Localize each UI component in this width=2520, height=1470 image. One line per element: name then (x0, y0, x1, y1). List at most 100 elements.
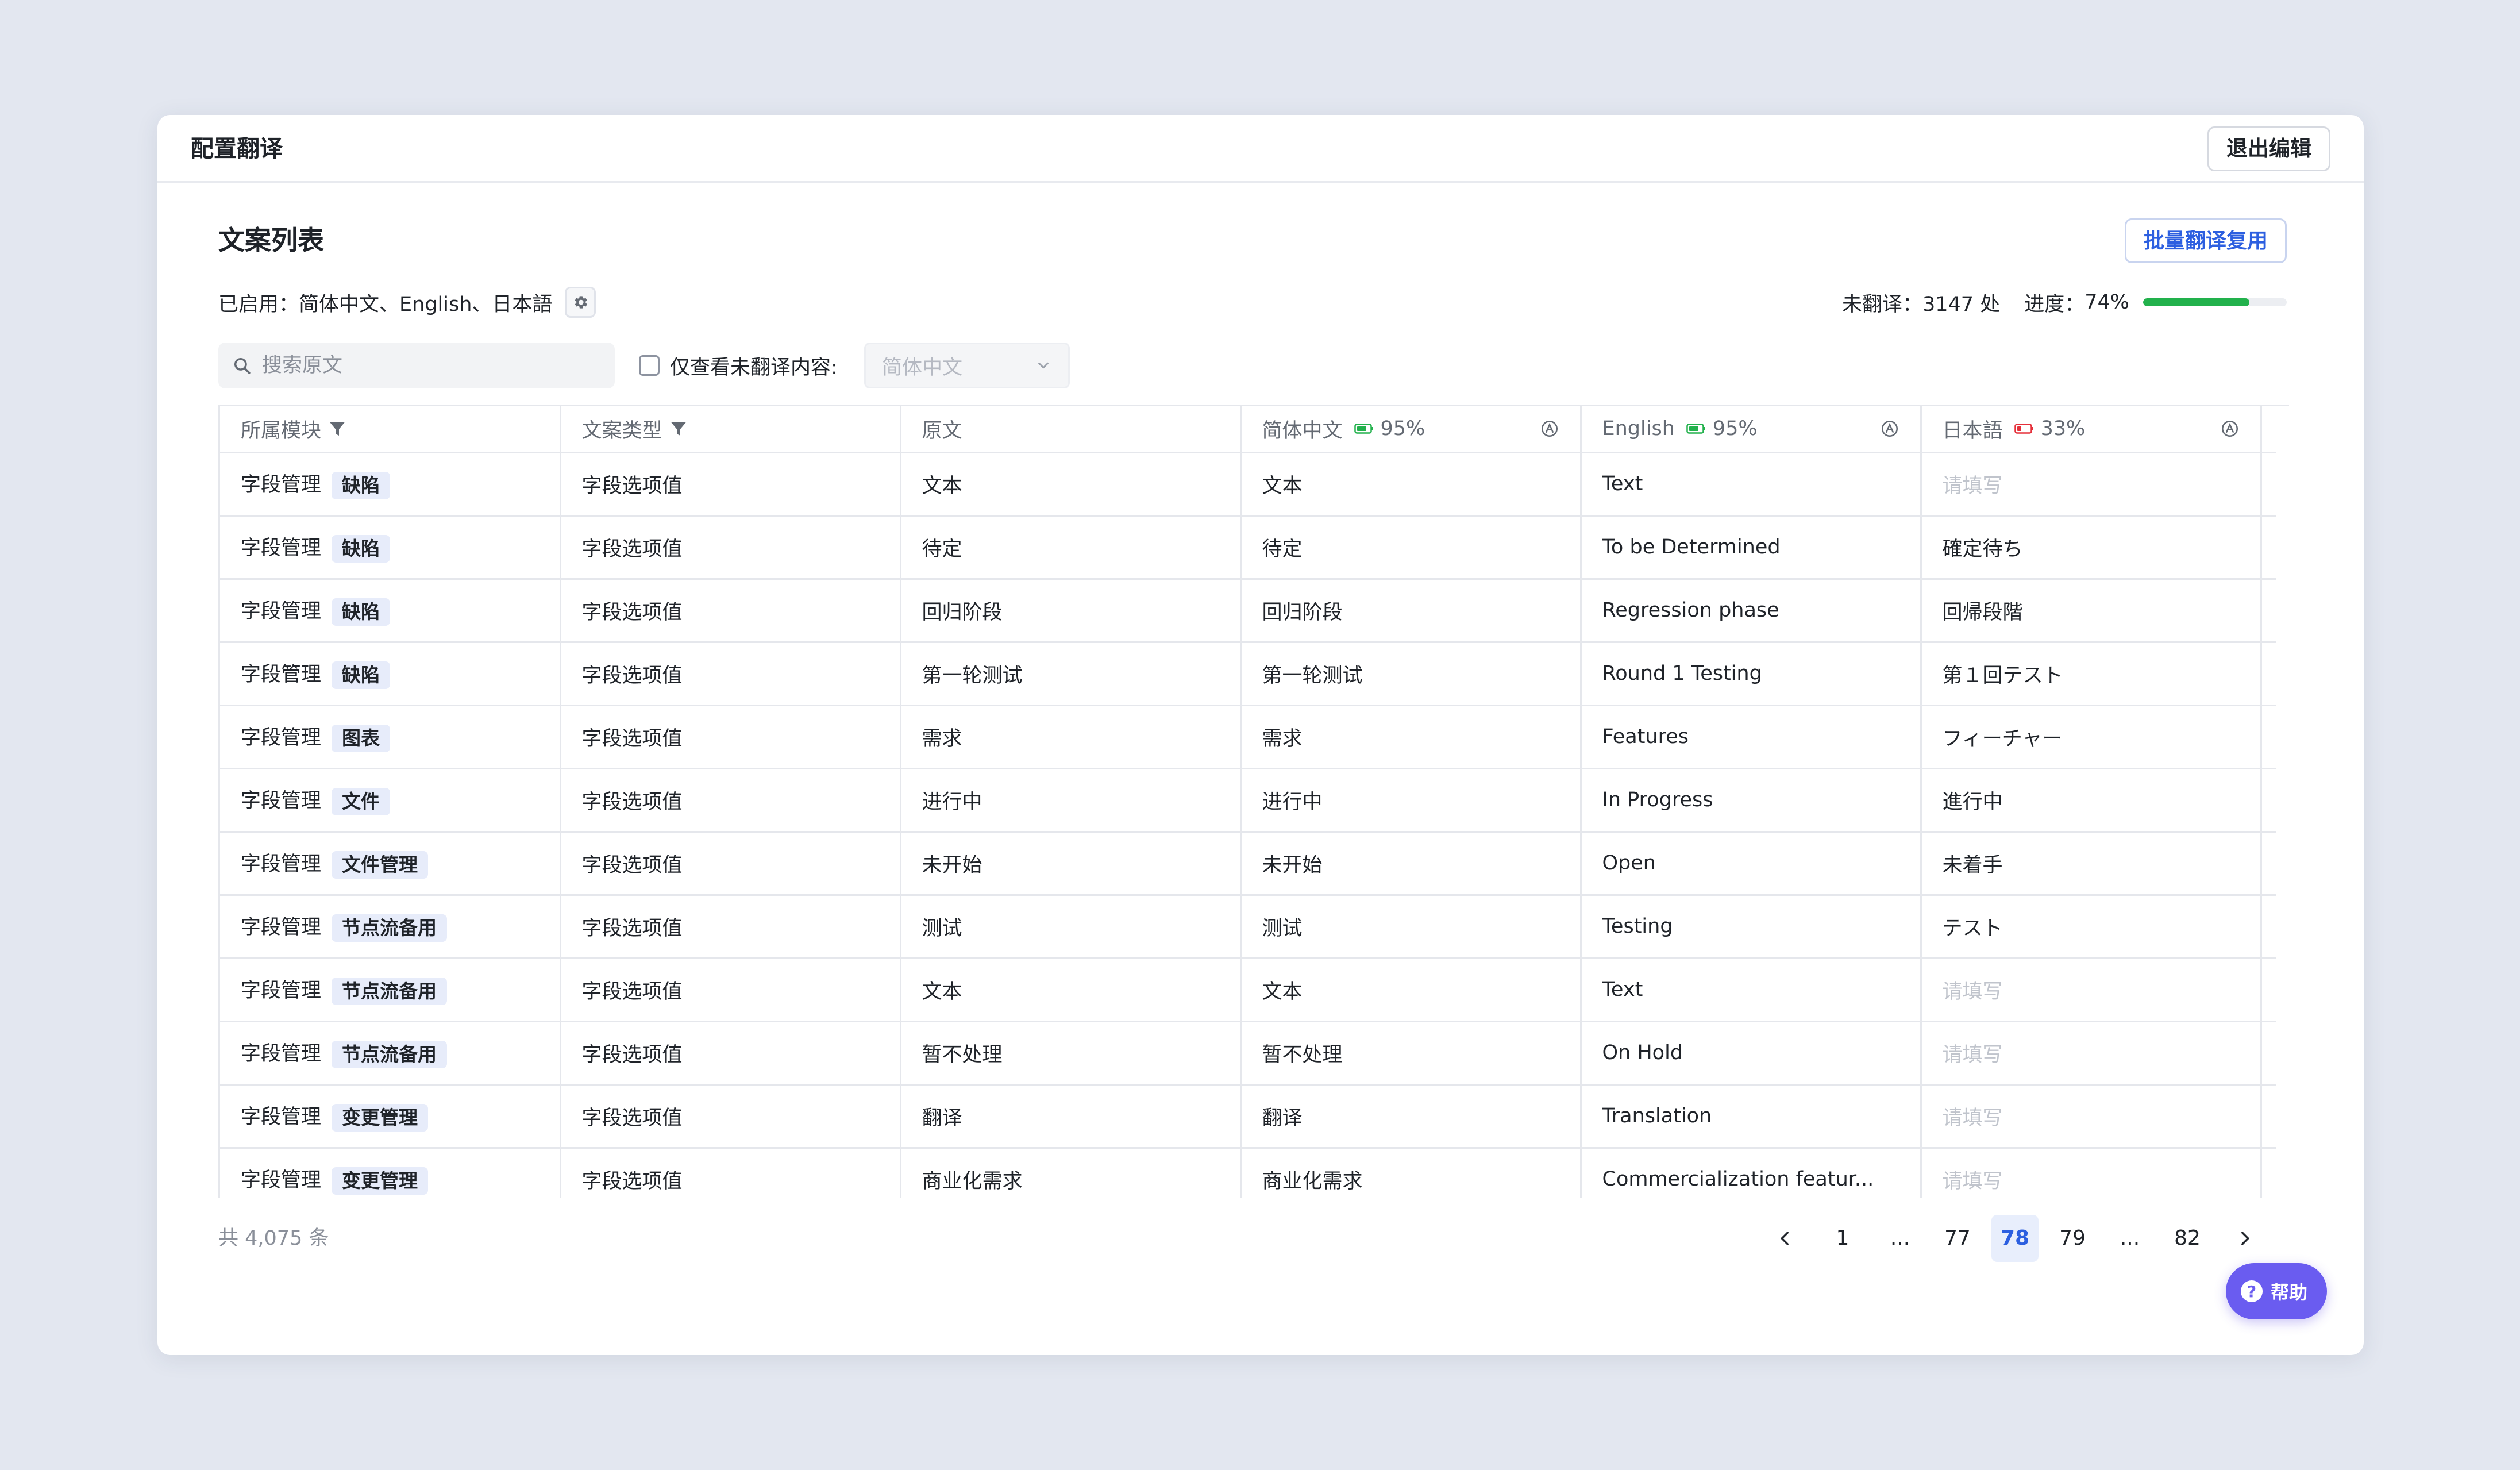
cell-module: 字段管理 缺陷 (220, 515, 561, 580)
next-page-button[interactable] (2221, 1215, 2268, 1262)
column-header-module[interactable]: 所属模块 (220, 406, 561, 453)
prev-page-button[interactable] (1762, 1215, 1809, 1262)
cell-type: 字段选项值 (560, 642, 901, 706)
battery-low-icon (2014, 424, 2033, 434)
cell-en[interactable]: Features (1581, 705, 1922, 769)
table-row: 字段管理 图表 字段选项值 需求 需求 Features フィーチャー (220, 705, 2276, 769)
cell-ja[interactable]: 请填写 (1921, 1021, 2262, 1086)
module-tag: 变更管理 (332, 1104, 429, 1132)
cell-zh[interactable]: 需求 (1240, 705, 1582, 769)
module-tag: 节点流备用 (332, 914, 448, 942)
scrollbar-gutter (2261, 515, 2276, 580)
language-settings-button[interactable] (565, 287, 596, 318)
cell-type: 字段选项值 (560, 1021, 901, 1086)
cell-zh[interactable]: 第一轮测试 (1240, 642, 1582, 706)
cell-ja[interactable]: 回帰段階 (1921, 579, 2262, 643)
cell-en[interactable]: To be Determined (1581, 515, 1922, 580)
cell-en[interactable]: Text (1581, 958, 1922, 1022)
cell-source: 文本 (900, 958, 1242, 1022)
cell-ja[interactable]: 请填写 (1921, 958, 2262, 1022)
cell-zh[interactable]: 商业化需求 (1240, 1148, 1582, 1198)
table-row: 字段管理 文件管理 字段选项值 未开始 未开始 Open 未着手 (220, 832, 2276, 896)
cell-ja[interactable]: 第１回テスト (1921, 642, 2262, 706)
module-name: 字段管理 (241, 853, 322, 876)
table-row: 字段管理 文件 字段选项值 进行中 进行中 In Progress 進行中 (220, 768, 2276, 833)
batch-translate-reuse-button[interactable]: 批量翻译复用 (2124, 218, 2287, 263)
cell-en[interactable]: Text (1581, 452, 1922, 517)
page-button[interactable]: 82 (2164, 1215, 2211, 1262)
cell-en[interactable]: Open (1581, 832, 1922, 896)
cell-en[interactable]: Testing (1581, 895, 1922, 959)
module-name: 字段管理 (241, 979, 322, 1002)
untranslated-only-toggle[interactable]: 仅查看未翻译内容: (639, 349, 838, 382)
module-tag: 文件管理 (332, 851, 429, 879)
cell-zh[interactable]: 进行中 (1240, 768, 1582, 833)
table-row: 字段管理 节点流备用 字段选项值 测试 测试 Testing テスト (220, 895, 2276, 959)
cell-zh[interactable]: 待定 (1240, 515, 1582, 580)
gear-icon (575, 296, 588, 309)
cell-zh[interactable]: 文本 (1240, 452, 1582, 517)
filter-icon[interactable] (668, 418, 689, 439)
help-button[interactable]: ? 帮助 (2225, 1263, 2327, 1319)
dialog-title: 配置翻译 (191, 136, 283, 162)
copy-table: 所属模块 文案类型 原文 简体中文 95% English 95% 日本語 33… (218, 405, 2289, 1198)
module-tag: 图表 (332, 725, 391, 752)
cell-en[interactable]: Regression phase (1581, 579, 1922, 643)
cell-type: 字段选项值 (560, 832, 901, 896)
search-input[interactable] (261, 353, 585, 378)
table-header-row: 所属模块 文案类型 原文 简体中文 95% English 95% 日本語 33… (220, 406, 2276, 453)
cell-ja[interactable]: フィーチャー (1921, 705, 2262, 769)
untranslated-only-checkbox[interactable] (639, 355, 660, 376)
page-button[interactable]: 79 (2049, 1215, 2096, 1262)
ai-translate-icon[interactable] (1880, 419, 1899, 438)
table-row: 字段管理 节点流备用 字段选项值 暂不处理 暂不处理 On Hold 请填写 (220, 1021, 2276, 1086)
cell-ja[interactable]: 请填写 (1921, 452, 2262, 517)
cell-source: 需求 (900, 705, 1242, 769)
ai-translate-icon[interactable] (1540, 419, 1559, 438)
scrollbar-gutter (2261, 452, 2276, 517)
page-ellipsis: ... (2120, 1226, 2140, 1250)
scrollbar-gutter (2261, 832, 2276, 896)
ai-translate-icon[interactable] (2220, 419, 2240, 438)
page-button[interactable]: 78 (1991, 1215, 2039, 1262)
cell-ja[interactable]: 進行中 (1921, 768, 2262, 833)
cell-module: 字段管理 节点流备用 (220, 1021, 561, 1086)
cell-module: 字段管理 图表 (220, 705, 561, 769)
cell-ja[interactable]: 请填写 (1921, 1084, 2262, 1149)
cell-zh[interactable]: 回归阶段 (1240, 579, 1582, 643)
column-header-type[interactable]: 文案类型 (560, 406, 901, 453)
cell-en[interactable]: Translation (1581, 1084, 1922, 1149)
cell-zh[interactable]: 暂不处理 (1240, 1021, 1582, 1086)
cell-ja[interactable]: 未着手 (1921, 832, 2262, 896)
exit-edit-button[interactable]: 退出编辑 (2207, 126, 2330, 171)
module-name: 字段管理 (241, 790, 322, 813)
cell-zh[interactable]: 测试 (1240, 895, 1582, 959)
cell-en[interactable]: On Hold (1581, 1021, 1922, 1086)
cell-zh[interactable]: 文本 (1240, 958, 1582, 1022)
cell-en[interactable]: Commercialization featur... (1581, 1148, 1922, 1198)
table-row: 字段管理 变更管理 字段选项值 商业化需求 商业化需求 Commercialization… (220, 1148, 2276, 1198)
cell-module: 字段管理 文件管理 (220, 832, 561, 896)
page-button[interactable]: 77 (1934, 1215, 1981, 1262)
pagination: 1... 77 78 79... 82 (1751, 1213, 2268, 1264)
module-name: 字段管理 (241, 726, 322, 749)
cell-source: 暂不处理 (900, 1021, 1242, 1086)
language-select-value: 简体中文 (882, 356, 963, 379)
scrollbar-gutter (2261, 1084, 2276, 1149)
scrollbar-gutter (2261, 1148, 2276, 1198)
cell-module: 字段管理 变更管理 (220, 1148, 561, 1198)
cell-en[interactable]: Round 1 Testing (1581, 642, 1922, 706)
cell-ja[interactable]: 確定待ち (1921, 515, 2262, 580)
scrollbar-gutter (2261, 895, 2276, 959)
cell-zh[interactable]: 翻译 (1240, 1084, 1582, 1149)
cell-ja[interactable]: テスト (1921, 895, 2262, 959)
page-button[interactable]: 1 (1819, 1215, 1866, 1262)
filter-icon[interactable] (327, 418, 348, 439)
cell-en[interactable]: In Progress (1581, 768, 1922, 833)
cell-module: 字段管理 节点流备用 (220, 895, 561, 959)
language-select[interactable]: 简体中文 (864, 343, 1070, 388)
cell-type: 字段选项值 (560, 579, 901, 643)
cell-ja[interactable]: 请填写 (1921, 1148, 2262, 1198)
cell-zh[interactable]: 未开始 (1240, 832, 1582, 896)
progress-bar-fill (2143, 298, 2249, 306)
